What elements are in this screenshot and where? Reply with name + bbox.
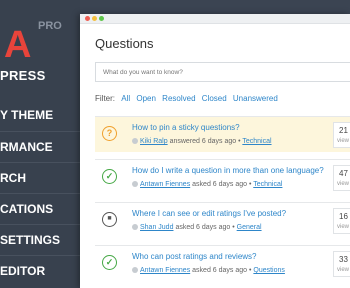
question-action: asked 6 days ago xyxy=(192,181,248,188)
question-user[interactable]: Shan Judd xyxy=(140,224,173,231)
question-title[interactable]: Where I can see or edit ratings I've pos… xyxy=(132,209,286,218)
question-row[interactable]: ✓ Who can post ratings and reviews? Anta… xyxy=(95,245,350,281)
question-title[interactable]: Who can post ratings and reviews? xyxy=(132,252,257,261)
maximize-window-icon[interactable] xyxy=(99,16,104,21)
views-counter: 33 view xyxy=(333,251,350,277)
sidebar-item-theme[interactable]: Y THEME xyxy=(0,100,80,131)
views-counter: 21 view xyxy=(333,122,350,148)
question-title[interactable]: How do I write a question in more than o… xyxy=(132,166,324,175)
check-icon: ✓ xyxy=(102,255,117,270)
question-category[interactable]: General xyxy=(237,224,262,231)
question-meta: Kiki Ralp answered 6 days ago • Technica… xyxy=(132,138,272,145)
question-row[interactable]: ✓ How do I write a question in more than… xyxy=(95,159,350,195)
sidebar-item-editor[interactable]: EDITOR xyxy=(0,255,80,286)
views-count: 16 xyxy=(339,212,348,221)
views-count: 33 xyxy=(339,255,348,264)
sidebar-item-settings[interactable]: SETTINGS xyxy=(0,224,80,255)
question-action: answered 6 days ago xyxy=(169,138,237,145)
views-counter: 47 view xyxy=(333,165,350,191)
left-sidebar: A PRO PRESS Y THEME RMANCE RCH CATIONS S… xyxy=(0,0,80,288)
lock-icon: ■ xyxy=(102,212,117,227)
filter-bar: Filter: All Open Resolved Closed Unanswe… xyxy=(95,94,278,103)
views-label: view xyxy=(337,181,350,187)
sidebar-item-notifications[interactable]: CATIONS xyxy=(0,193,80,224)
minimize-window-icon[interactable] xyxy=(92,16,97,21)
filter-all[interactable]: All xyxy=(121,94,130,103)
views-count: 21 xyxy=(339,126,348,135)
filter-label: Filter: xyxy=(95,94,115,103)
brand-logo: A xyxy=(4,24,31,66)
filter-unanswered[interactable]: Unanswered xyxy=(233,94,278,103)
question-meta: Antawn Fiennes asked 6 days ago • Techni… xyxy=(132,181,282,188)
user-icon xyxy=(132,224,138,230)
question-row[interactable]: ? How to pin a sticky questions? Kiki Ra… xyxy=(95,116,350,152)
sidebar-menu: Y THEME RMANCE RCH CATIONS SETTINGS EDIT… xyxy=(0,100,80,286)
close-window-icon[interactable] xyxy=(85,16,90,21)
filter-resolved[interactable]: Resolved xyxy=(162,94,195,103)
question-action: asked 6 days ago xyxy=(175,224,231,231)
window-titlebar xyxy=(80,14,350,24)
brand-subtitle: PRESS xyxy=(0,68,46,83)
sidebar-item-search[interactable]: RCH xyxy=(0,162,80,193)
question-category[interactable]: Questions xyxy=(253,267,285,274)
question-category[interactable]: Technical xyxy=(253,181,282,188)
question-user[interactable]: Kiki Ralp xyxy=(140,138,168,145)
brand-pro-badge: PRO xyxy=(38,20,62,32)
search-input[interactable] xyxy=(95,62,350,82)
sidebar-item-performance[interactable]: RMANCE xyxy=(0,131,80,162)
views-label: view xyxy=(337,267,350,273)
user-icon xyxy=(132,267,138,273)
question-title[interactable]: How to pin a sticky questions? xyxy=(132,123,240,132)
question-action: asked 6 days ago xyxy=(192,267,248,274)
views-count: 47 xyxy=(339,169,348,178)
filter-closed[interactable]: Closed xyxy=(202,94,227,103)
user-icon xyxy=(132,138,138,144)
question-category[interactable]: Technical xyxy=(242,138,271,145)
user-icon xyxy=(132,181,138,187)
page-title: Questions xyxy=(95,36,154,51)
question-row[interactable]: ■ Where I can see or edit ratings I've p… xyxy=(95,202,350,238)
views-counter: 16 view xyxy=(333,208,350,234)
question-meta: Antawn Fiennes asked 6 days ago • Questi… xyxy=(132,267,285,274)
question-user[interactable]: Antawn Fiennes xyxy=(140,181,190,188)
views-label: view xyxy=(337,138,350,144)
views-label: view xyxy=(337,224,350,230)
check-icon: ✓ xyxy=(102,169,117,184)
question-meta: Shan Judd asked 6 days ago • General xyxy=(132,224,262,231)
question-user[interactable]: Antawn Fiennes xyxy=(140,267,190,274)
question-icon: ? xyxy=(102,126,117,141)
filter-open[interactable]: Open xyxy=(136,94,156,103)
browser-window: Questions Filter: All Open Resolved Clos… xyxy=(80,14,350,288)
